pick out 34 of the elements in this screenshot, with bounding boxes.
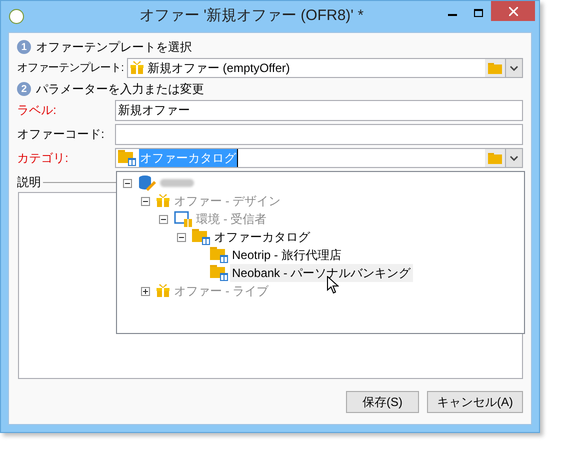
gift-icon: [156, 194, 170, 208]
field-label: カテゴリ:: [17, 150, 70, 167]
close-button[interactable]: [491, 1, 535, 21]
folder-box-icon: [192, 229, 210, 245]
close-icon: [508, 6, 518, 16]
field-value: 新規オファー (emptyOffer): [147, 60, 290, 77]
group-label: 説明: [17, 174, 42, 191]
picker-field[interactable]: 新規オファー (emptyOffer): [127, 58, 523, 78]
save-button[interactable]: 保存(S): [346, 391, 419, 413]
app-icon: [9, 9, 24, 24]
step-number: 2: [17, 82, 31, 96]
step-label: パラメーターを入力または変更: [36, 81, 204, 98]
window-title: オファー '新規オファー (OFR8)' *: [138, 6, 365, 26]
dropdown-button[interactable]: [505, 149, 522, 167]
input-field[interactable]: 新規オファー: [115, 100, 523, 120]
field-label: オファーテンプレート:: [17, 60, 124, 76]
folder-box-icon: [210, 265, 228, 281]
dropdown-button[interactable]: [505, 59, 522, 77]
step-label: オファーテンプレートを選択: [36, 39, 192, 56]
step-number: 1: [17, 40, 31, 54]
field-label: ラベル:: [17, 102, 58, 119]
field-label: オファーコード:: [17, 126, 106, 143]
chevron-down-icon: [510, 156, 518, 160]
database-icon: [138, 175, 156, 191]
folder-box-icon: [210, 247, 228, 263]
gift-icon: [130, 61, 144, 75]
input-field[interactable]: [115, 124, 523, 144]
chevron-down-icon: [510, 66, 518, 70]
folder-box-icon: [118, 150, 136, 166]
environment-icon: [174, 211, 192, 227]
cancel-button[interactable]: キャンセル(A): [427, 391, 523, 413]
gift-icon: [156, 284, 170, 298]
mouse-cursor: [327, 276, 339, 294]
field-value: オファーカタログ: [139, 149, 238, 167]
